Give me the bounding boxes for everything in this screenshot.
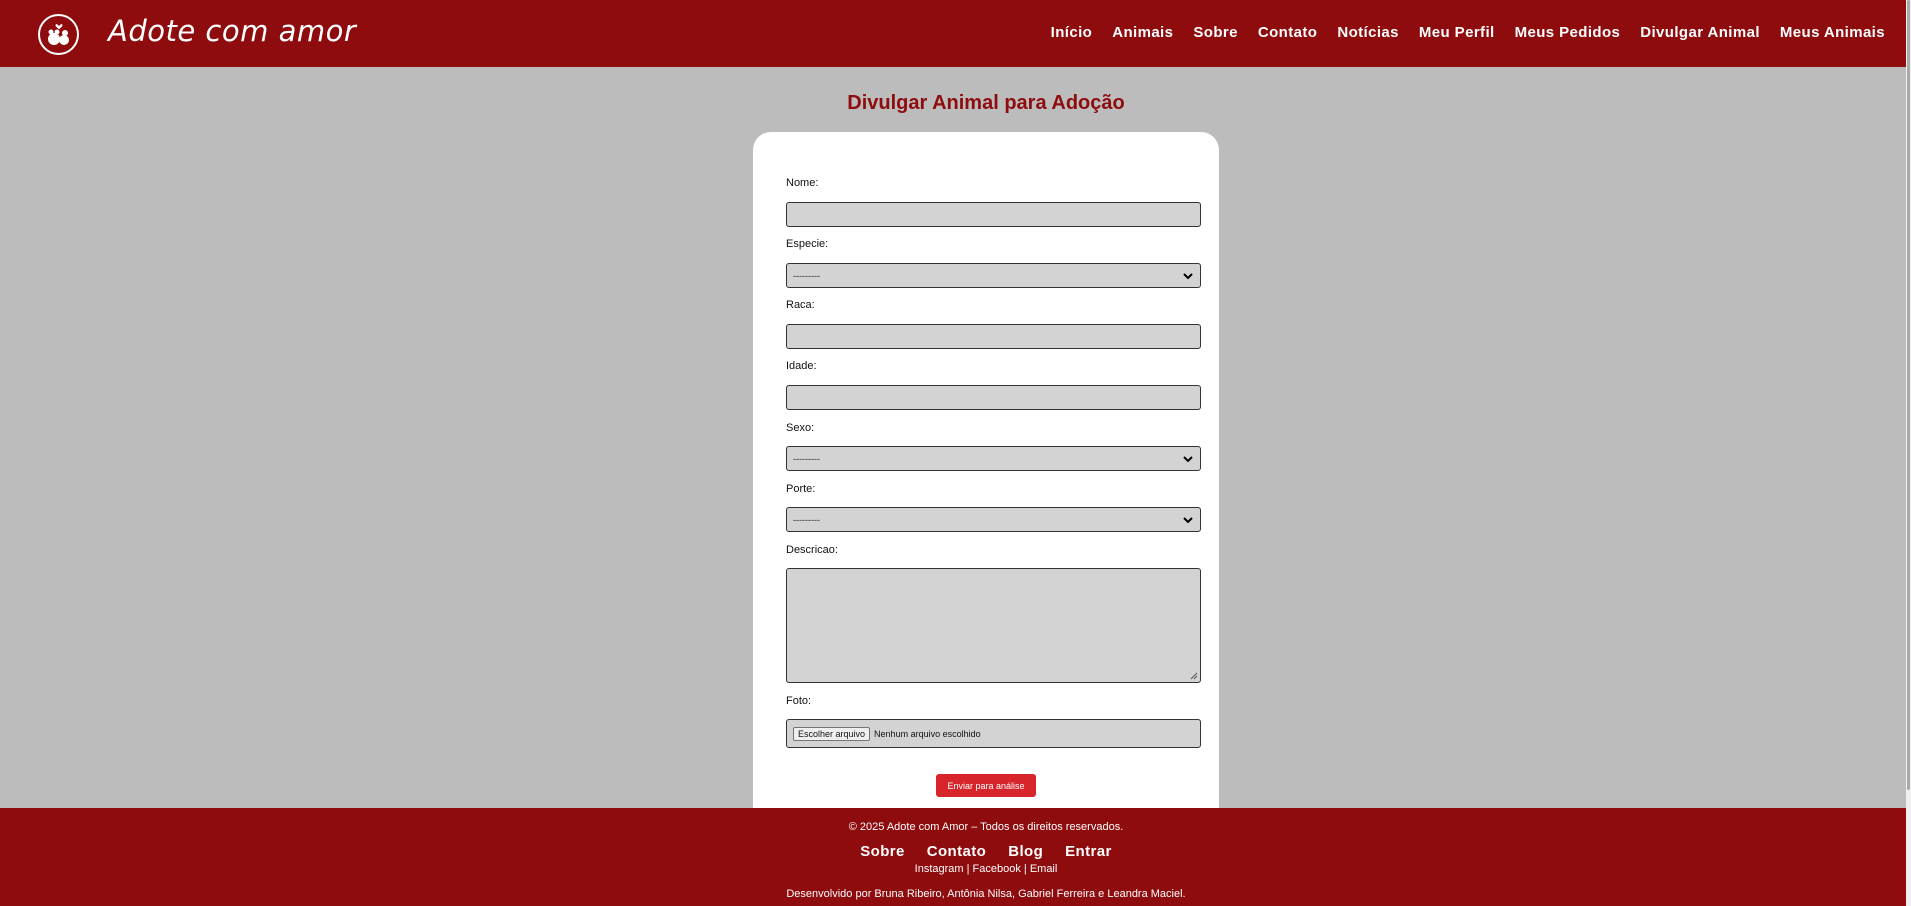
especie-select[interactable]: --------- (786, 263, 1201, 288)
descricao-label: Descricao: (786, 544, 838, 556)
site-header: Adote com amor Início Animais Sobre Cont… (0, 0, 1906, 67)
foto-file-input[interactable]: Escolher arquivo Nenhum arquivo escolhid… (786, 719, 1201, 748)
submit-button[interactable]: Enviar para análise (936, 774, 1036, 797)
footer-link-contato[interactable]: Contato (927, 843, 986, 860)
nome-input[interactable] (786, 202, 1201, 227)
footer-link-sobre[interactable]: Sobre (860, 843, 905, 860)
nome-label: Nome: (786, 177, 819, 189)
footer-links: Sobre Contato Blog Entrar (0, 843, 1911, 860)
choose-file-button[interactable]: Escolher arquivo (793, 726, 871, 741)
file-status: Nenhum arquivo escolhido (874, 728, 981, 739)
porte-label: Porte: (786, 483, 816, 495)
page: Adote com amor Início Animais Sobre Cont… (0, 0, 1906, 906)
sexo-select[interactable]: --------- (786, 446, 1201, 471)
nav-meus-pedidos[interactable]: Meus Pedidos (1515, 24, 1621, 41)
footer-link-blog[interactable]: Blog (1008, 843, 1043, 860)
nav-contato[interactable]: Contato (1258, 24, 1317, 41)
raca-label: Raca: (786, 299, 815, 311)
porte-select-value: --------- (793, 514, 820, 525)
porte-select[interactable]: --------- (786, 507, 1201, 532)
nav-inicio[interactable]: Início (1051, 24, 1093, 41)
sexo-label: Sexo: (786, 422, 815, 434)
especie-label: Especie: (786, 238, 829, 250)
logo-icon[interactable] (38, 14, 79, 55)
idade-label: Idade: (786, 360, 817, 372)
scrollbar[interactable] (1906, 0, 1911, 906)
main-nav: Início Animais Sobre Contato Notícias Me… (1051, 24, 1885, 41)
foto-label: Foto: (786, 695, 812, 707)
nav-meus-animais[interactable]: Meus Animais (1780, 24, 1885, 41)
idade-input[interactable] (786, 385, 1201, 410)
adoption-form-card: Nome: Especie: --------- Raca: Idade: Se… (753, 132, 1219, 822)
nav-divulgar-animal[interactable]: Divulgar Animal (1640, 24, 1760, 41)
chevron-down-icon (1183, 455, 1193, 462)
scrollbar-thumb[interactable] (1907, 0, 1910, 790)
chevron-down-icon (1183, 516, 1193, 523)
social-links[interactable]: Instagram | Facebook | Email (0, 863, 1911, 875)
credits-text: Desenvolvido por Bruna Ribeiro, Antônia … (786, 888, 1186, 900)
copyright-text: © 2025 Adote com Amor – Todos os direito… (848, 821, 1124, 833)
especie-select-value: --------- (793, 270, 820, 281)
site-footer: © 2025 Adote com Amor – Todos os direito… (0, 808, 1906, 906)
brand-title[interactable]: Adote com amor (108, 14, 356, 48)
raca-input[interactable] (786, 324, 1201, 349)
nav-meu-perfil[interactable]: Meu Perfil (1419, 24, 1495, 41)
sexo-select-value: --------- (793, 453, 820, 464)
page-title: Divulgar Animal para Adoção (847, 92, 1125, 114)
descricao-textarea[interactable] (786, 568, 1201, 683)
footer-link-entrar[interactable]: Entrar (1065, 843, 1112, 860)
nav-noticias[interactable]: Notícias (1337, 24, 1399, 41)
resize-grip-icon[interactable] (1190, 672, 1198, 680)
nav-animais[interactable]: Animais (1112, 24, 1173, 41)
nav-sobre[interactable]: Sobre (1193, 24, 1238, 41)
chevron-down-icon (1183, 272, 1193, 279)
